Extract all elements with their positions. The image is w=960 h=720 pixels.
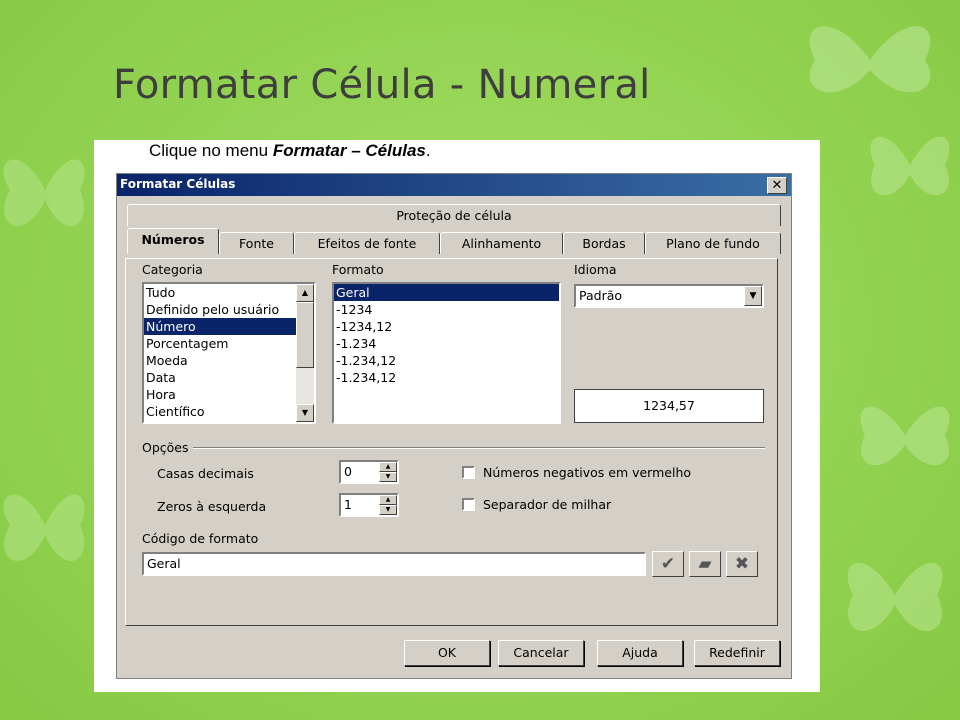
list-item[interactable]: Definido pelo usuário bbox=[144, 301, 314, 318]
format-code-input[interactable]: Geral bbox=[142, 552, 646, 576]
list-item[interactable]: -1.234,12 bbox=[334, 352, 559, 369]
leading-zeros-stepper[interactable]: 1 ▲ ▼ bbox=[339, 493, 399, 517]
dialog-title: Formatar Células bbox=[120, 177, 236, 191]
tab-bordas[interactable]: Bordas bbox=[563, 232, 645, 254]
list-item[interactable]: Data bbox=[144, 369, 314, 386]
list-item[interactable]: -1.234 bbox=[334, 335, 559, 352]
language-select[interactable]: Padrão ▼ bbox=[574, 284, 764, 308]
screenshot-frame: Clique no menu Formatar – Células. Forma… bbox=[94, 140, 820, 692]
decimal-places-stepper[interactable]: 0 ▲ ▼ bbox=[339, 460, 399, 484]
cancel-button[interactable]: Cancelar bbox=[498, 640, 584, 666]
options-divider bbox=[193, 447, 765, 449]
list-item[interactable]: Tudo bbox=[144, 284, 314, 301]
tab-protecao-de-celula[interactable]: Proteção de célula bbox=[127, 204, 781, 226]
list-item-selected[interactable]: Geral bbox=[334, 284, 559, 301]
help-button[interactable]: Ajuda bbox=[597, 640, 683, 666]
butterfly-decoration-icon bbox=[3, 159, 85, 227]
language-label: Idioma bbox=[574, 262, 617, 277]
leading-zeros-value: 1 bbox=[344, 497, 352, 512]
ok-button[interactable]: OK bbox=[404, 640, 490, 666]
tab-numeros[interactable]: Números bbox=[127, 228, 219, 254]
format-listbox[interactable]: Geral -1234 -1234,12 -1.234 -1.234,12 -1… bbox=[332, 282, 561, 424]
decimal-places-label: Casas decimais bbox=[157, 466, 254, 481]
format-label: Formato bbox=[332, 262, 384, 277]
list-item[interactable]: -1234,12 bbox=[334, 318, 559, 335]
tab-alinhamento[interactable]: Alinhamento bbox=[440, 232, 563, 254]
leading-zeros-label: Zeros à esquerda bbox=[157, 499, 267, 514]
checkmark-icon[interactable]: ✔ bbox=[652, 551, 684, 577]
butterfly-decoration-icon bbox=[847, 562, 943, 632]
options-label: Opções bbox=[142, 440, 189, 455]
butterfly-decoration-icon bbox=[3, 494, 85, 562]
thousands-separator-checkbox[interactable] bbox=[462, 498, 475, 511]
format-code-label: Código de formato bbox=[142, 531, 259, 546]
tab-fonte[interactable]: Fonte bbox=[219, 232, 294, 254]
tab-efeitos-de-fonte[interactable]: Efeitos de fonte bbox=[294, 232, 440, 254]
comment-icon[interactable]: ▰ bbox=[689, 551, 721, 577]
stepper-down-icon[interactable]: ▼ bbox=[379, 472, 397, 482]
slide-title: Formatar Célula - Numeral bbox=[113, 62, 651, 108]
list-item[interactable]: -1234 bbox=[334, 301, 559, 318]
list-item[interactable]: Moeda bbox=[144, 352, 314, 369]
reset-button[interactable]: Redefinir bbox=[694, 640, 780, 666]
dialog-titlebar: Formatar Células ✕ bbox=[117, 174, 791, 196]
butterfly-decoration-icon bbox=[860, 406, 950, 466]
negative-red-checkbox[interactable] bbox=[462, 466, 475, 479]
close-button[interactable]: ✕ bbox=[767, 177, 787, 194]
category-scrollbar[interactable]: ▲ ▼ bbox=[296, 284, 314, 422]
butterfly-decoration-icon bbox=[809, 26, 931, 93]
scroll-up-icon[interactable]: ▲ bbox=[296, 284, 314, 302]
format-cells-dialog: Formatar Células ✕ Proteção de célula Nú… bbox=[116, 173, 792, 679]
stepper-up-icon[interactable]: ▲ bbox=[379, 462, 397, 472]
tab-plano-de-fundo[interactable]: Plano de fundo bbox=[645, 232, 781, 254]
thousands-separator-label[interactable]: Separador de milhar bbox=[483, 497, 611, 512]
chevron-down-icon[interactable]: ▼ bbox=[744, 286, 762, 306]
butterfly-decoration-icon bbox=[870, 136, 950, 196]
scroll-thumb[interactable] bbox=[296, 302, 314, 368]
language-select-value: Padrão bbox=[579, 288, 623, 303]
list-item[interactable]: Científico bbox=[144, 403, 314, 420]
format-preview: 1234,57 bbox=[574, 389, 764, 423]
delete-icon[interactable]: ✖ bbox=[726, 551, 758, 577]
list-item[interactable]: Hora bbox=[144, 386, 314, 403]
negative-red-label[interactable]: Números negativos em vermelho bbox=[483, 465, 691, 480]
instruction-text: Clique no menu Formatar – Células. bbox=[149, 141, 431, 160]
scroll-down-icon[interactable]: ▼ bbox=[296, 404, 314, 422]
decimal-places-value: 0 bbox=[344, 464, 352, 479]
list-item[interactable]: Porcentagem bbox=[144, 335, 314, 352]
stepper-up-icon[interactable]: ▲ bbox=[379, 495, 397, 505]
category-label: Categoria bbox=[142, 262, 203, 277]
list-item-selected[interactable]: Número bbox=[144, 318, 296, 335]
category-listbox[interactable]: Tudo Definido pelo usuário Número Porcen… bbox=[142, 282, 316, 424]
stepper-down-icon[interactable]: ▼ bbox=[379, 505, 397, 515]
list-item[interactable]: -1.234,12 bbox=[334, 369, 559, 386]
